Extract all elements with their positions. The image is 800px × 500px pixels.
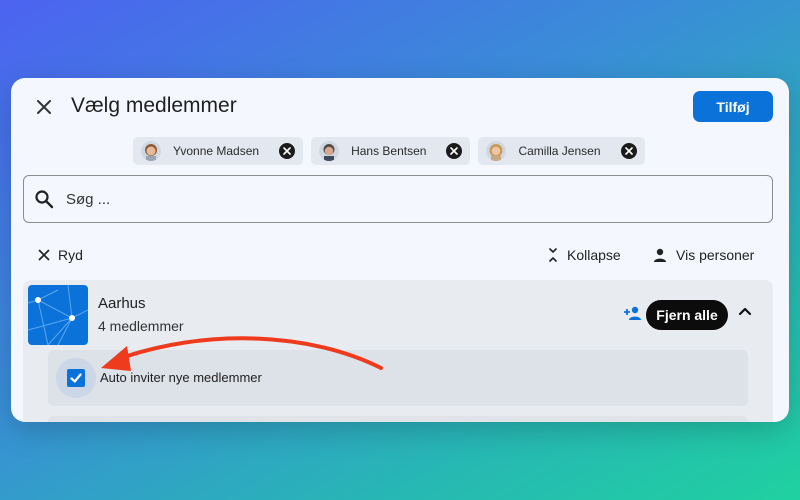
member-chip: Yvonne Madsen — [133, 137, 304, 165]
select-members-dialog: Vælg medlemmer Tilføj Yvonne Madsen Hans… — [11, 78, 789, 422]
add-person-button[interactable] — [623, 305, 643, 326]
check-icon — [70, 373, 82, 383]
search-input[interactable] — [66, 190, 716, 208]
avatar — [486, 141, 507, 161]
network-icon — [28, 285, 88, 345]
add-person-icon — [624, 306, 641, 320]
selected-members: Yvonne Madsen Hans Bentsen Camilla Jense… — [133, 137, 645, 165]
checkbox-checked — [67, 369, 85, 387]
group-name: Aarhus — [98, 295, 146, 312]
group-avatar — [28, 285, 88, 345]
clear-label: Ryd — [58, 247, 83, 263]
auto-invite-checkbox[interactable] — [56, 358, 96, 398]
group-member-count: 4 medlemmer — [98, 318, 184, 334]
clear-button[interactable]: Ryd — [38, 243, 83, 267]
close-button[interactable] — [31, 94, 57, 120]
member-name: Camilla Jensen — [518, 144, 601, 158]
close-icon — [624, 147, 633, 155]
auto-invite-label: Auto inviter nye medlemmer — [100, 370, 262, 385]
show-people-label: Vis personer — [676, 247, 755, 263]
add-button[interactable]: Tilføj — [693, 91, 773, 122]
collapse-button[interactable]: Kollapse — [547, 243, 621, 267]
remove-member-button[interactable] — [446, 143, 463, 159]
search-icon — [35, 190, 54, 209]
collapse-icon — [549, 248, 557, 262]
member-name: Hans Bentsen — [351, 144, 427, 158]
search-field — [23, 175, 773, 223]
auto-invite-row: Auto inviter nye medlemmer — [48, 350, 748, 406]
remove-member-button[interactable] — [620, 143, 637, 159]
remove-all-button[interactable]: Fjern alle — [646, 300, 728, 330]
member-chip: Camilla Jensen — [478, 137, 645, 165]
close-icon — [37, 100, 51, 114]
list-item — [48, 416, 748, 422]
member-chip: Hans Bentsen — [311, 137, 471, 165]
close-icon — [283, 147, 291, 155]
remove-member-button[interactable] — [279, 143, 296, 159]
avatar — [141, 141, 161, 161]
close-icon — [38, 249, 50, 261]
collapse-label: Kollapse — [567, 247, 621, 263]
group-card: Aarhus 4 medlemmer Fjern alle Auto invit… — [23, 280, 773, 422]
chevron-up-icon — [738, 307, 752, 316]
close-icon — [450, 147, 459, 155]
collapse-group-button[interactable] — [737, 304, 753, 323]
member-name: Yvonne Madsen — [173, 144, 260, 158]
show-people-button[interactable]: Vis personer — [652, 243, 754, 267]
person-icon — [654, 248, 666, 262]
avatar — [319, 141, 340, 161]
toolbar: Ryd Kollapse Vis personer — [11, 243, 789, 267]
dialog-title: Vælg medlemmer — [71, 94, 237, 117]
